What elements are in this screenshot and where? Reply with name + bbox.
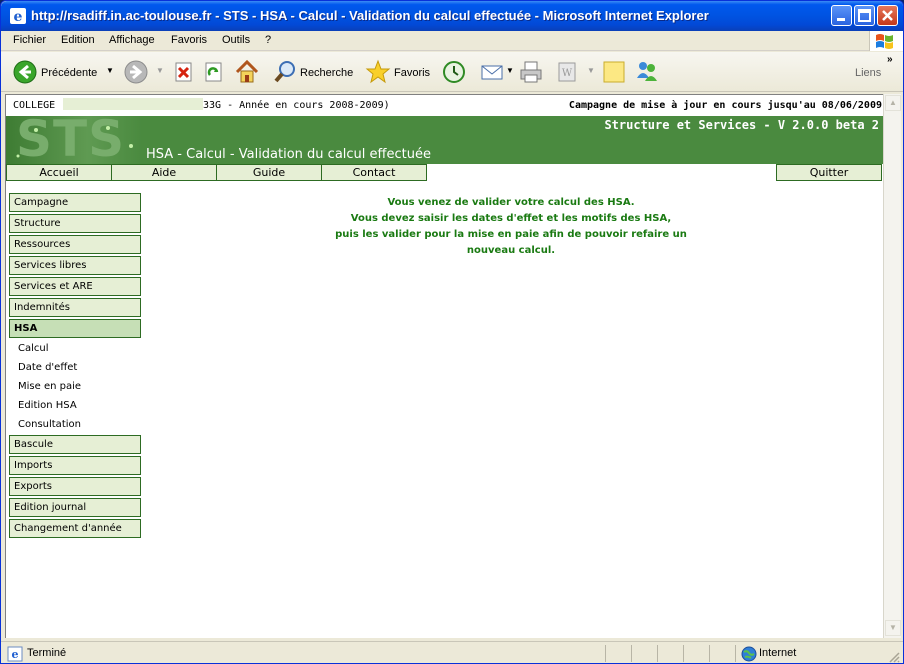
- sidebar-item-services-libres[interactable]: Services libres: [9, 256, 141, 275]
- sidebar-item-edition-journal[interactable]: Edition journal: [9, 498, 141, 517]
- scroll-up-icon[interactable]: ▲: [885, 95, 901, 111]
- search-icon[interactable]: [273, 60, 297, 84]
- sidebar-item-imports[interactable]: Imports: [9, 456, 141, 475]
- resize-grip-icon[interactable]: [887, 650, 901, 664]
- status-bar: e Terminé Internet: [1, 641, 903, 664]
- page-viewport: COLLEGE 33G - Année en cours 2008-2009) …: [5, 94, 883, 638]
- logo-sparkle-icon: [16, 126, 133, 158]
- window-title: http://rsadiff.in.ac-toulouse.fr - STS -…: [31, 8, 709, 23]
- back-arrow-icon[interactable]: [13, 60, 37, 84]
- message-line: puis les valider pour la mise en paie af…: [335, 229, 687, 240]
- message-line: Vous devez saisir les dates d'effet et l…: [350, 213, 672, 224]
- sidebar-item-campagne[interactable]: Campagne: [9, 193, 141, 212]
- history-icon[interactable]: [442, 60, 466, 84]
- refresh-icon[interactable]: [204, 62, 224, 82]
- minimize-button[interactable]: [831, 5, 852, 26]
- sidebar-item-services-are[interactable]: Services et ARE: [9, 277, 141, 296]
- security-zone: Internet: [759, 647, 797, 659]
- edit-dropdown-icon[interactable]: ▼: [587, 66, 595, 75]
- toolbar: Précédente ▼ ▼ Recherche Favoris ▼ W ▼ L…: [1, 52, 903, 92]
- message-line: nouveau calcul.: [466, 245, 556, 256]
- back-button-label[interactable]: Précédente: [41, 67, 97, 79]
- favorites-button-label[interactable]: Favoris: [394, 67, 430, 79]
- sidebar-item-changement-annee[interactable]: Changement d'année: [9, 519, 141, 538]
- sidebar-sub-calcul[interactable]: Calcul: [18, 343, 49, 354]
- status-divider: [683, 645, 684, 662]
- sidebar-sub-mise-en-paie[interactable]: Mise en paie: [18, 381, 81, 392]
- sidebar-sub-consultation[interactable]: Consultation: [18, 419, 81, 430]
- status-divider: [631, 645, 632, 662]
- page-done-icon: e: [7, 646, 23, 662]
- windows-flag-icon: [876, 34, 893, 49]
- status-divider: [735, 645, 736, 662]
- close-button[interactable]: [877, 5, 898, 26]
- page-title: HSA - Calcul - Validation du calcul effe…: [146, 147, 431, 162]
- college-name-redacted: [63, 98, 203, 110]
- menu-fichier[interactable]: Fichier: [13, 34, 46, 46]
- message-line: Vous venez de valider votre calcul des H…: [387, 197, 635, 208]
- status-divider: [709, 645, 710, 662]
- sidebar-sub-date-effet[interactable]: Date d'effet: [18, 362, 77, 373]
- stop-icon[interactable]: [174, 62, 194, 82]
- edit-word-icon[interactable]: W: [557, 61, 577, 83]
- svg-text:e: e: [12, 648, 19, 661]
- forward-dropdown-icon[interactable]: ▼: [156, 66, 164, 75]
- sidebar-item-ressources[interactable]: Ressources: [9, 235, 141, 254]
- links-label[interactable]: Liens: [855, 67, 881, 79]
- top-nav: Accueil Aide Guide Contact Quitter: [6, 164, 883, 181]
- search-button-label[interactable]: Recherche: [300, 67, 353, 79]
- nav-contact[interactable]: Contact: [321, 164, 427, 181]
- sidebar-item-hsa[interactable]: HSA: [9, 319, 141, 338]
- sidebar-item-indemnites[interactable]: Indemnités: [9, 298, 141, 317]
- links-chevron-icon[interactable]: »: [887, 54, 893, 65]
- mail-icon[interactable]: [480, 61, 506, 83]
- maximize-icon: [858, 9, 871, 22]
- menu-help[interactable]: ?: [265, 34, 271, 46]
- menu-affichage[interactable]: Affichage: [109, 34, 155, 46]
- windows-logo: [869, 31, 903, 51]
- svg-text:W: W: [562, 68, 573, 79]
- sidebar-item-exports[interactable]: Exports: [9, 477, 141, 496]
- status-divider: [657, 645, 658, 662]
- status-divider: [605, 645, 606, 662]
- maximize-button[interactable]: [854, 5, 875, 26]
- menu-bar: Fichier Edition Affichage Favoris Outils…: [1, 31, 903, 51]
- internet-globe-icon: [741, 646, 757, 662]
- vertical-scrollbar[interactable]: ▲ ▼: [883, 94, 901, 638]
- back-dropdown-icon[interactable]: ▼: [106, 66, 114, 75]
- info-line: COLLEGE 33G - Année en cours 2008-2009) …: [6, 95, 883, 115]
- nav-aide[interactable]: Aide: [111, 164, 217, 181]
- mail-dropdown-icon[interactable]: ▼: [506, 66, 514, 75]
- campagne-info: Campagne de mise à jour en cours jusqu'a…: [568, 100, 882, 111]
- college-year: 33G - Année en cours 2008-2009): [203, 100, 390, 111]
- app-version: Structure et Services - V 2.0.0 beta 2: [604, 118, 879, 132]
- forward-arrow-icon[interactable]: [124, 60, 148, 84]
- menu-outils[interactable]: Outils: [222, 34, 250, 46]
- print-icon[interactable]: [519, 60, 545, 84]
- sidebar-item-bascule[interactable]: Bascule: [9, 435, 141, 454]
- minimize-icon: [837, 18, 845, 21]
- discuss-icon[interactable]: [602, 60, 626, 84]
- nav-guide[interactable]: Guide: [216, 164, 322, 181]
- sidebar-sub-edition-hsa[interactable]: Edition HSA: [18, 400, 77, 411]
- browser-window: e http://rsadiff.in.ac-toulouse.fr - STS…: [0, 0, 904, 664]
- home-icon[interactable]: [234, 59, 260, 85]
- sidebar-item-structure[interactable]: Structure: [9, 214, 141, 233]
- status-text: Terminé: [27, 647, 67, 659]
- ie-icon: e: [10, 8, 26, 25]
- title-bar[interactable]: e http://rsadiff.in.ac-toulouse.fr - STS…: [1, 1, 903, 31]
- menu-edition[interactable]: Edition: [61, 34, 95, 46]
- nav-accueil[interactable]: Accueil: [6, 164, 112, 181]
- svg-text:e: e: [14, 9, 23, 25]
- messenger-icon[interactable]: [634, 59, 660, 85]
- sts-logo: STS: [6, 116, 142, 164]
- header-banner: STS Structure et Services - V 2.0.0 beta…: [6, 116, 883, 164]
- nav-quitter[interactable]: Quitter: [776, 164, 882, 181]
- validation-message: Vous venez de valider votre calcul des H…: [316, 195, 706, 259]
- favorites-star-icon[interactable]: [365, 59, 391, 85]
- menu-favoris[interactable]: Favoris: [171, 34, 207, 46]
- college-label: COLLEGE: [13, 100, 56, 111]
- close-icon: [882, 10, 893, 21]
- scroll-down-icon[interactable]: ▼: [885, 620, 901, 636]
